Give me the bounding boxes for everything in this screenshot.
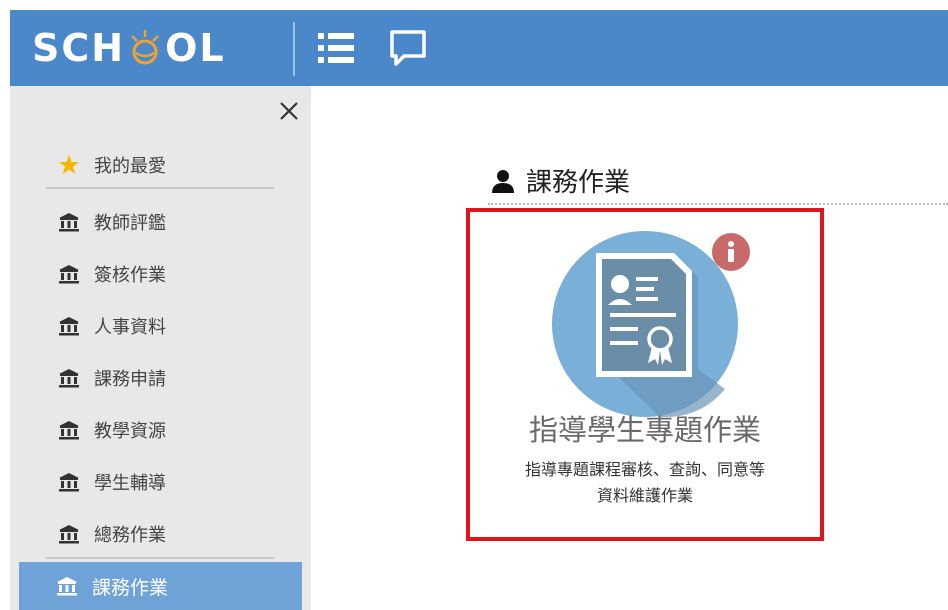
section-title: 課務作業 [490, 162, 630, 199]
sidebar-divider [46, 557, 274, 559]
header-divider [293, 22, 295, 76]
logo-text-right: OL [165, 26, 226, 70]
chat-bubble-icon [390, 30, 426, 66]
sidebar-divider [46, 187, 274, 189]
project-assignment-card[interactable]: 指導學生專題作業 指導專題課程審核、查詢、同意等 資料維護作業 [466, 208, 824, 541]
sidebar-item-label: 人事資料 [94, 317, 166, 338]
section-underline [488, 203, 948, 205]
institution-icon [59, 265, 79, 284]
sidebar-item-course-affairs[interactable]: 課務作業 [19, 562, 302, 610]
close-icon [280, 102, 298, 120]
sidebar-item-teaching-resources[interactable]: 教學資源 [46, 408, 274, 452]
list-icon [318, 33, 354, 63]
institution-icon [59, 473, 79, 492]
institution-icon [59, 525, 79, 544]
sidebar-item-label: 學生輔導 [94, 473, 166, 494]
sidebar-item-personnel[interactable]: 人事資料 [46, 304, 274, 348]
sidebar: 我的最愛 教師評鑑 簽核作業 人事資料 課務申請 教學資源 學生輔導 總務作業 … [10, 86, 311, 610]
sidebar-item-teacher-evaluation[interactable]: 教師評鑑 [46, 200, 274, 244]
sun-logo-icon [127, 26, 163, 70]
institution-icon [59, 421, 79, 440]
chat-button[interactable] [388, 28, 428, 68]
sidebar-item-student-counseling[interactable]: 學生輔導 [46, 460, 274, 504]
institution-icon [59, 317, 79, 336]
menu-button[interactable] [316, 30, 356, 66]
sidebar-item-label: 教師評鑑 [94, 213, 166, 234]
sidebar-item-general-affairs[interactable]: 總務作業 [46, 512, 274, 556]
school-logo[interactable]: SCH OL [32, 26, 226, 70]
sidebar-item-label: 課務申請 [94, 369, 166, 390]
card-description-line: 指導專題課程審核、查詢、同意等 [524, 460, 765, 479]
card-description-line: 資料維護作業 [596, 486, 693, 505]
sidebar-item-label: 總務作業 [94, 525, 166, 546]
sidebar-item-course-application[interactable]: 課務申請 [46, 356, 274, 400]
sidebar-item-label: 教學資源 [94, 421, 166, 442]
top-bar: SCH OL [10, 10, 948, 86]
section-title-text: 課務作業 [526, 168, 631, 198]
institution-icon [57, 577, 77, 596]
close-sidebar-button[interactable] [278, 100, 300, 122]
info-icon[interactable] [711, 232, 751, 272]
sidebar-item-label: 課務作業 [92, 576, 169, 599]
institution-icon [59, 369, 79, 388]
sidebar-item-favorites[interactable]: 我的最愛 [46, 143, 274, 187]
sidebar-item-label: 我的最愛 [94, 156, 166, 177]
institution-icon [59, 213, 79, 232]
star-icon [59, 155, 79, 174]
card-title: 指導學生專題作業 [528, 413, 761, 447]
logo-text-left: SCH [32, 26, 126, 70]
sidebar-item-approval[interactable]: 簽核作業 [46, 252, 274, 296]
card-description: 指導專題課程審核、查詢、同意等 資料維護作業 [490, 457, 800, 509]
user-icon [492, 169, 514, 193]
sidebar-item-label: 簽核作業 [94, 265, 166, 286]
